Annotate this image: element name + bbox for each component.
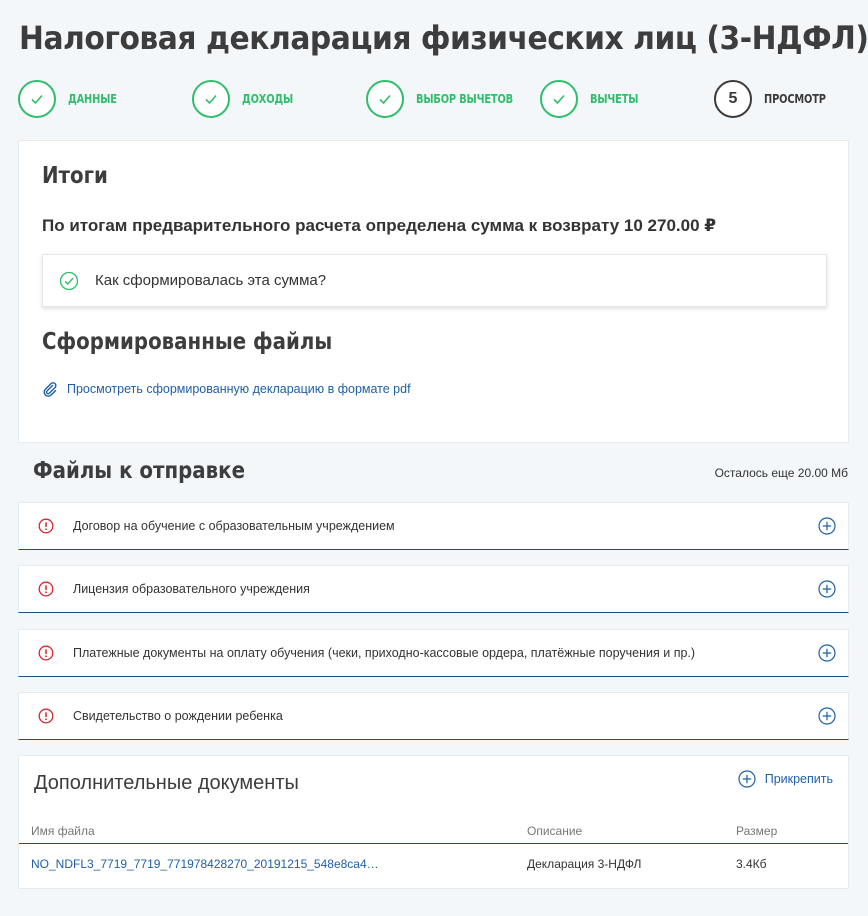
warning-icon (38, 518, 54, 534)
warning-icon (38, 645, 54, 661)
generated-files-title: Сформированные файлы (42, 329, 333, 355)
step-deduction-choice-check-icon (366, 80, 404, 118)
attach-button[interactable]: Прикрепить (738, 770, 833, 788)
step-deductions-check-icon (540, 80, 578, 118)
step-income-check-icon (192, 80, 230, 118)
warning-icon (38, 708, 54, 724)
files-to-send-title: Файлы к отправке (33, 458, 245, 484)
add-file-plus-icon[interactable] (818, 517, 836, 535)
step-deductions[interactable]: ВЫЧЕТЫ (540, 79, 649, 119)
page-title: Налоговая декларация физических лиц (3-Н… (19, 19, 868, 57)
step-review[interactable]: 5 ПРОСМОТР (714, 79, 839, 119)
additional-documents-card: Дополнительные документы Прикрепить Имя … (18, 755, 849, 889)
file-name-link[interactable]: NO_NDFL3_7719_7719_771978428270_20191215… (31, 857, 379, 871)
how-calculated-expander[interactable]: Как сформировалась эта сумма? (42, 254, 827, 307)
file-row-label: Договор на обучение с образовательным уч… (73, 519, 395, 533)
paperclip-icon (43, 382, 57, 397)
step-data-check-icon (18, 80, 56, 118)
attach-button-label: Прикрепить (764, 772, 833, 786)
plus-circle-icon (738, 770, 756, 788)
add-file-plus-icon[interactable] (818, 580, 836, 598)
column-header-description: Описание (527, 824, 583, 838)
step-review-number: 5 (714, 80, 752, 118)
file-row-label: Платежные документы на оплату обучения (… (73, 646, 696, 660)
add-file-plus-icon[interactable] (818, 707, 836, 725)
table-header: Имя файла Описание Размер (19, 818, 848, 844)
step-deduction-choice-label: ВЫБОР ВЫЧЕТОВ (416, 92, 514, 106)
table-row: NO_NDFL3_7719_7719_771978428270_20191215… (19, 844, 848, 884)
step-review-label: ПРОСМОТР (764, 92, 826, 106)
results-title: Итоги (42, 163, 108, 189)
step-data[interactable]: ДАННЫЕ (18, 79, 128, 119)
stepper: ДАННЫЕ ДОХОДЫ ВЫБОР ВЫЧЕТОВ ВЫЧЕТЫ 5 ПРО… (18, 79, 848, 119)
additional-documents-title: Дополнительные документы (34, 772, 299, 794)
view-pdf-link-label: Просмотреть сформированную декларацию в … (67, 382, 411, 396)
refund-summary: По итогам предварительного расчета опред… (42, 216, 717, 235)
view-pdf-link[interactable]: Просмотреть сформированную декларацию в … (42, 381, 411, 397)
step-deduction-choice[interactable]: ВЫБОР ВЫЧЕТОВ (366, 79, 534, 119)
file-row-payment-docs: Платежные документы на оплату обучения (… (18, 629, 849, 677)
file-row-birth-certificate: Свидетельство о рождении ребенка (18, 692, 849, 740)
how-calculated-label: Как сформировалась эта сумма? (95, 272, 327, 289)
file-row-label: Свидетельство о рождении ребенка (73, 709, 283, 723)
column-header-size: Размер (736, 824, 778, 838)
add-file-plus-icon[interactable] (818, 644, 836, 662)
file-row-label: Лицензия образовательного учреждения (73, 582, 310, 596)
results-card: Итоги По итогам предварительного расчета… (18, 140, 849, 443)
file-description: Декларация 3-НДФЛ (527, 857, 642, 871)
warning-icon (38, 581, 54, 597)
step-income[interactable]: ДОХОДЫ (192, 79, 304, 119)
step-income-label: ДОХОДЫ (242, 92, 294, 106)
file-row-license: Лицензия образовательного учреждения (18, 565, 849, 613)
column-header-filename: Имя файла (31, 824, 95, 838)
quota-remaining: Осталось еще 20.00 Мб (714, 466, 848, 480)
file-size: 3.4Кб (736, 857, 767, 871)
step-data-label: ДАННЫЕ (68, 92, 117, 106)
file-row-education-contract: Договор на обучение с образовательным уч… (18, 502, 849, 550)
step-deductions-label: ВЫЧЕТЫ (590, 92, 639, 106)
check-circle-icon (59, 271, 79, 290)
